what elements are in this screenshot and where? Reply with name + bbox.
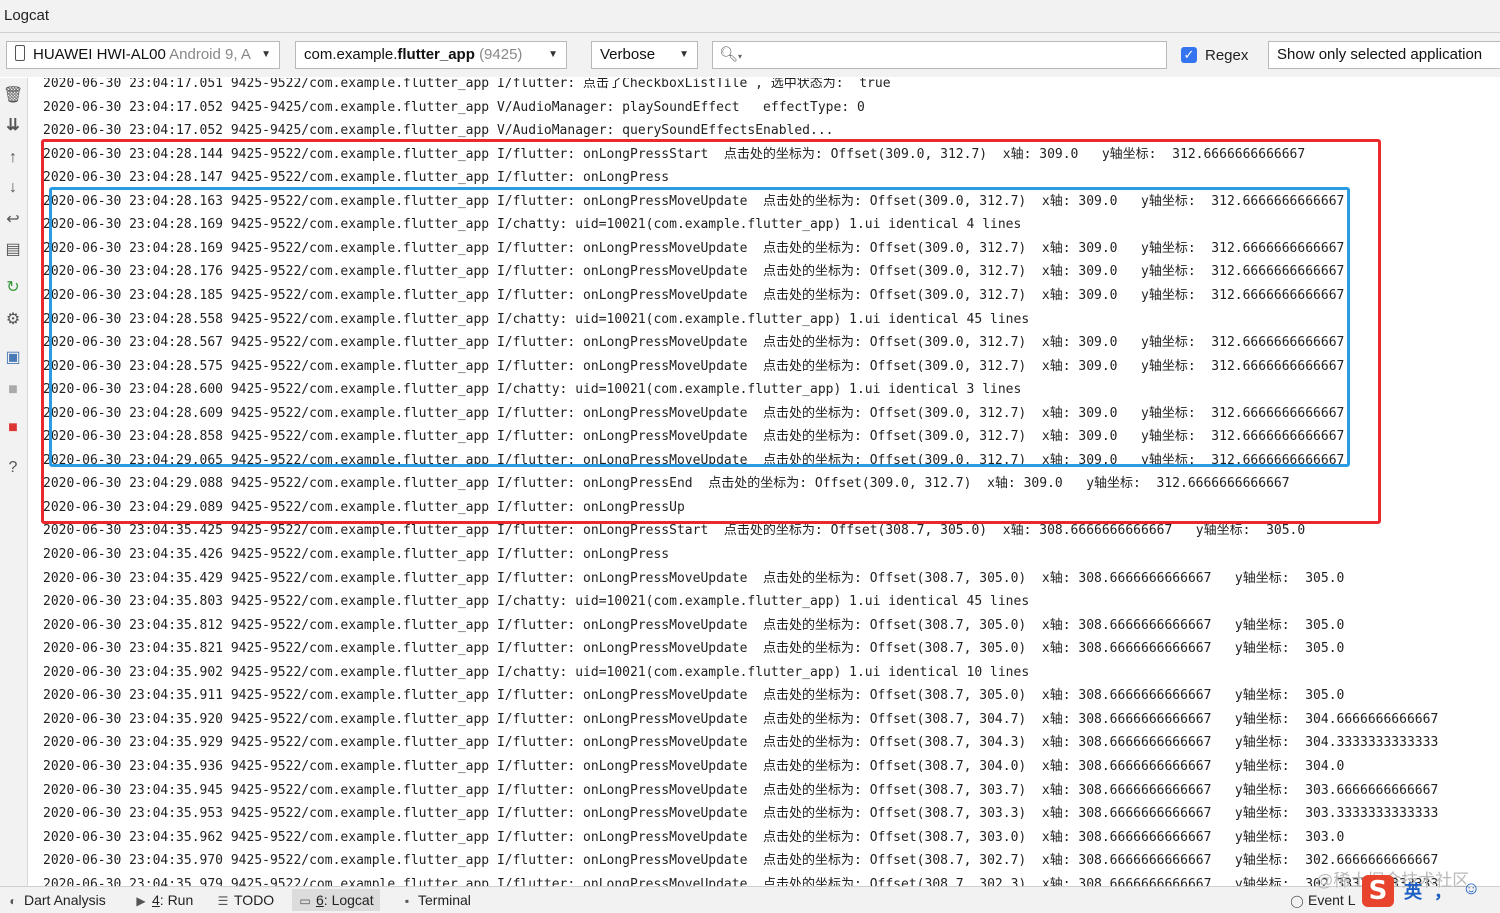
log-line: 2020-06-30 23:04:35.929 9425-9522/com.ex… [43,735,1439,751]
log-line: 2020-06-30 23:04:28.558 9425-9522/com.ex… [43,311,1030,327]
log-line: 2020-06-30 23:04:29.088 9425-9522/com.ex… [43,476,1290,492]
tool-window-title-bar: Logcat [0,0,1500,33]
log-line: 2020-06-30 23:04:35.979 9425-9522/com.ex… [43,876,1439,886]
settings-icon[interactable]: ⚙ [3,310,23,330]
log-line: 2020-06-30 23:04:35.812 9425-9522/com.ex… [43,617,1345,633]
regex-checkbox[interactable]: ✓ [1181,47,1197,63]
log-line: 2020-06-30 23:04:29.065 9425-9522/com.ex… [43,452,1345,468]
log-line: 2020-06-30 23:04:28.163 9425-9522/com.ex… [43,193,1345,209]
log-line: 2020-06-30 23:04:35.803 9425-9522/com.ex… [43,594,1030,610]
tab-todo[interactable]: ☰ TODO [216,891,275,911]
log-line: 2020-06-30 23:04:28.144 9425-9522/com.ex… [43,146,1306,162]
tab-event-log[interactable]: ◯ Event L [1290,891,1355,911]
event-log-icon: ◯ [1290,894,1304,908]
dart-analysis-icon: ◐ [9,894,17,908]
ime-logo-icon[interactable]: S [1362,875,1394,907]
logcat-toolbar: HUAWEI HWI-AL00 Android 9, A ▼ com.examp… [0,33,1500,77]
log-line: 2020-06-30 23:04:35.429 9425-9522/com.ex… [43,570,1345,586]
filter-value: Show only selected application [1277,46,1483,63]
filter-selector[interactable]: Show only selected application [1268,41,1500,69]
tab-terminal[interactable]: ▪ Terminal [400,891,471,911]
log-line: 2020-06-30 23:04:28.600 9425-9522/com.ex… [43,382,1022,398]
terminal-icon: ▪ [404,894,410,908]
status-bar: ◐ Dart Analysis ▶ 4: Run ☰ TODO ▭ 6: Logcat … [0,886,1500,913]
print-icon[interactable]: ▤ [3,240,23,260]
tab-number: 6 [316,892,324,908]
logcat-icon: ▭ [299,894,311,908]
log-line: 2020-06-30 23:04:29.089 9425-9522/com.ex… [43,499,685,515]
regex-label: Regex [1205,47,1249,64]
search-input[interactable]: 🔍︎▾ [712,41,1167,69]
logcat-sidebar: 🗑︎ ⇊ ↑ ↓ ↩ ▤ ↻ ⚙ ▣ ■ ■ ? [0,78,28,886]
log-line: 2020-06-30 23:04:28.176 9425-9522/com.ex… [43,264,1345,280]
tab-label: : Logcat [323,892,374,908]
down-arrow-icon[interactable]: ↓ [3,178,23,198]
tab-label: TODO [234,892,275,908]
ime-emoji-icon[interactable]: ☺ [1462,878,1480,899]
log-line: 2020-06-30 23:04:35.821 9425-9522/com.ex… [43,641,1345,657]
search-icon: 🔍︎▾ [719,46,743,63]
soft-wrap-icon[interactable]: ↩ [3,210,23,230]
ime-toolbar[interactable]: S 英 ， ☺ [1358,872,1498,910]
ime-language[interactable]: 英 [1404,878,1422,904]
log-line: 2020-06-30 23:04:35.426 9425-9522/com.ex… [43,547,670,562]
up-arrow-icon[interactable]: ↑ [3,148,23,168]
device-name: HUAWEI HWI-AL00 [33,46,166,63]
log-line: 2020-06-30 23:04:28.609 9425-9522/com.ex… [43,405,1345,421]
tab-logcat[interactable]: ▭ 6: Logcat [292,889,380,911]
log-line: 2020-06-30 23:04:35.425 9425-9522/com.ex… [43,523,1306,539]
ime-punctuation[interactable]: ， [1434,878,1452,904]
log-level-selector[interactable]: Verbose ▼ [591,41,698,69]
log-line: 2020-06-30 23:04:35.902 9425-9522/com.ex… [43,664,1030,680]
log-line: 2020-06-30 23:04:35.962 9425-9522/com.ex… [43,829,1345,845]
log-line: 2020-06-30 23:04:35.936 9425-9522/com.ex… [43,758,1345,774]
log-line: 2020-06-30 23:04:28.185 9425-9522/com.ex… [43,287,1345,303]
log-line: 2020-06-30 23:04:28.575 9425-9522/com.ex… [43,358,1345,374]
log-line: 2020-06-30 23:04:28.169 9425-9522/com.ex… [43,240,1345,256]
tab-run[interactable]: ▶ 4: Run [134,891,193,911]
tab-label: Dart Analysis [24,892,106,908]
todo-icon: ☰ [217,894,229,908]
tab-label: : Run [159,892,194,908]
log-line: 2020-06-30 23:04:35.945 9425-9522/com.ex… [43,782,1439,798]
log-line: 2020-06-30 23:04:35.953 9425-9522/com.ex… [43,806,1439,822]
window-title: Logcat [4,7,50,24]
log-level-value: Verbose [600,46,656,63]
log-line: 2020-06-30 23:04:35.911 9425-9522/com.ex… [43,688,1345,704]
log-line: 2020-06-30 23:04:17.052 9425-9425/com.ex… [43,123,834,139]
device-selector[interactable]: HUAWEI HWI-AL00 Android 9, A ▼ [6,41,280,69]
device-detail: Android 9, A [169,46,251,63]
log-line: 2020-06-30 23:04:28.567 9425-9522/com.ex… [43,335,1345,351]
screen-record-icon[interactable]: ■ [3,380,23,400]
tab-dart-analysis[interactable]: ◐ Dart Analysis [6,891,106,911]
process-name-bold: flutter_app [397,46,475,63]
log-line: 2020-06-30 23:04:28.169 9425-9522/com.ex… [43,217,1022,233]
scroll-to-end-icon[interactable]: ⇊ [3,116,23,136]
log-output[interactable]: 2020-06-30 23:04:35.979 9425-9522/com.ex… [28,78,1500,886]
log-line: 2020-06-30 23:04:17.052 9425-9425/com.ex… [43,99,865,115]
chevron-down-icon: ▼ [548,49,558,60]
chevron-down-icon: ▼ [679,49,689,60]
log-line: 2020-06-30 23:04:28.858 9425-9522/com.ex… [43,429,1345,445]
log-line: 2020-06-30 23:04:35.920 9425-9522/com.ex… [43,711,1439,727]
run-icon: ▶ [136,894,146,908]
tab-label: Event L [1308,892,1356,908]
process-selector[interactable]: com.example.flutter_app (9425) ▼ [295,41,567,69]
stop-icon[interactable]: ■ [3,418,23,438]
log-line: 2020-06-30 23:04:35.970 9425-9522/com.ex… [43,853,1439,869]
help-icon[interactable]: ? [3,458,23,478]
tab-number: 4 [152,892,160,908]
chevron-down-icon: ▼ [261,49,271,60]
screenshot-icon[interactable]: ▣ [3,348,23,368]
log-line: 2020-06-30 23:04:17.051 9425-9522/com.ex… [43,78,891,91]
process-name-prefix: com.example. [304,46,398,63]
trash-icon[interactable]: 🗑︎ [3,86,23,106]
log-line: 2020-06-30 23:04:28.147 9425-9522/com.ex… [43,170,670,186]
tab-label: Terminal [418,892,471,908]
process-pid: (9425) [479,46,523,63]
phone-icon [15,45,25,61]
restart-icon[interactable]: ↻ [3,278,23,298]
